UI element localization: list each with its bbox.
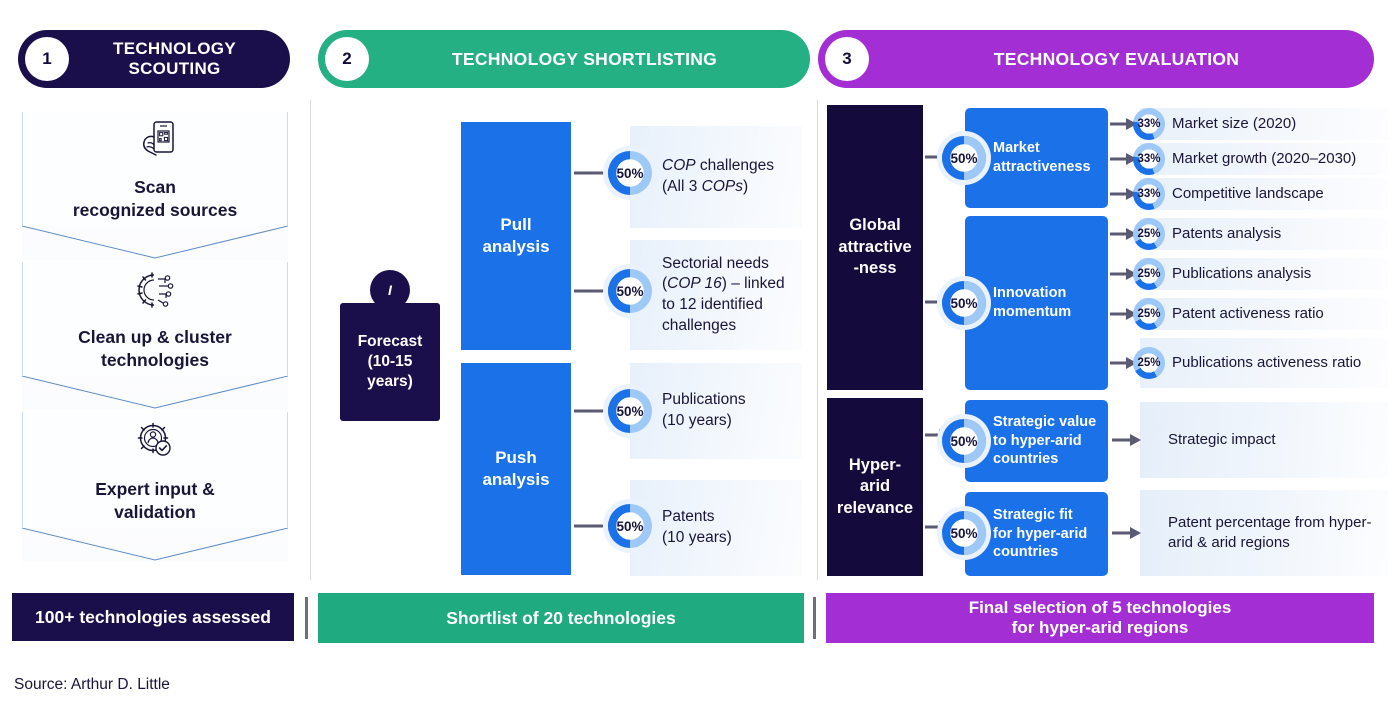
donut-competitive-landscape: 33%	[1133, 178, 1165, 210]
metric-competitive-landscape-label: Competitive landscape	[1172, 185, 1324, 203]
donut-patents: 50%	[608, 504, 652, 548]
scouting-step-1-label: Scan recognized sources	[72, 177, 238, 220]
pull-analysis-box: Pull analysis	[461, 122, 571, 350]
criterion-strategic-value: Strategic value to hyper-arid countries	[965, 400, 1108, 482]
criterion-market-attractiveness-label: Market attractiveness	[993, 140, 1091, 175]
donut-publications-activeness: 25%	[1133, 347, 1165, 379]
column-divider-2	[817, 100, 818, 580]
stage-header-2: 2 TECHNOLOGY SHORTLISTING	[318, 30, 810, 88]
source-note: Source: Arthur D. Little	[14, 676, 170, 693]
footer-divider-1	[305, 597, 308, 639]
stage-number-3: 3	[825, 37, 869, 81]
chevron-point-3	[22, 528, 288, 562]
criterion-strategic-fit: Strategic fit for hyper-arid countries	[965, 492, 1108, 576]
footer-stage-3: Final selection of 5 technologies for hyp…	[826, 593, 1374, 643]
outcome-patent-percentage: Patent percentage from hyper-arid & arid…	[1140, 490, 1388, 576]
pillar-hyper-arid-relevance: Hyper-arid relevance	[827, 398, 923, 576]
outcome-card-cop-challenges: COP challenges (All 3 COPs)	[630, 126, 802, 228]
footer-stage-1-label: 100+ technologies assessed	[35, 606, 271, 627]
arrow-to-strategic-impact	[1112, 434, 1141, 446]
diagram-canvas: 1 TECHNOLOGY SCOUTING 2 TECHNOLOGY SHORTL…	[0, 0, 1392, 708]
pull-analysis-label: Pull analysis	[482, 215, 550, 256]
outcome-card-publications-text: Publications (10 years)	[662, 391, 746, 429]
column-divider-1	[310, 100, 311, 580]
pillar-hyper-arid-relevance-label: Hyper-arid relevance	[836, 455, 914, 517]
footer-divider-2	[813, 597, 816, 639]
footer-stage-3-label: Final selection of 5 technologies for hyp…	[968, 597, 1232, 637]
gear-circuit-icon	[132, 267, 178, 318]
metric-patents-analysis-label: Patents analysis	[1172, 225, 1282, 243]
stage-header-1: 1 TECHNOLOGY SCOUTING	[18, 30, 290, 88]
metric-publications-activeness-ratio: Publications activeness ratio	[1140, 338, 1388, 388]
donut-sectorial-needs: 50%	[608, 269, 652, 313]
donut-innovation-momentum: 50%	[942, 281, 986, 325]
outcome-card-sectorial-needs-text: Sectorial needs (COP 16) – linked to 12 id…	[662, 254, 785, 334]
pillar-global-attractiveness-label: Global attractive -ness	[838, 216, 912, 278]
scouting-step-2: Clean up & cluster technologies	[22, 262, 288, 410]
scouting-step-3: Expert input & validation	[22, 412, 288, 562]
outcome-patent-percentage-label: Patent percentage from hyper-arid & arid…	[1168, 513, 1372, 551]
stage-header-3: 3 TECHNOLOGY EVALUATION	[818, 30, 1374, 88]
push-analysis-box: Push analysis	[461, 363, 571, 575]
criterion-innovation-momentum: Innovation momentum	[965, 216, 1108, 390]
footer-stage-1: 100+ technologies assessed	[12, 593, 294, 641]
metric-market-size-label: Market size (2020)	[1172, 115, 1297, 133]
metric-patent-activeness-ratio-label: Patent activeness ratio	[1172, 305, 1324, 323]
pillar-global-attractiveness: Global attractive -ness	[827, 105, 923, 390]
chevron-point-2	[22, 376, 288, 410]
donut-publications: 50%	[608, 389, 652, 433]
metric-market-growth: Market growth (2020–2030)	[1140, 143, 1388, 175]
metric-competitive-landscape: Competitive landscape	[1140, 178, 1388, 210]
metric-patent-activeness-ratio: Patent activeness ratio	[1140, 298, 1388, 330]
metric-market-size: Market size (2020)	[1140, 108, 1388, 140]
chevron-point-1	[22, 226, 288, 260]
criterion-strategic-fit-label: Strategic fit for hyper-arid countries	[993, 506, 1088, 561]
outcome-card-cop-challenges-text: COP challenges (All 3 COPs)	[662, 157, 775, 195]
stage-number-1: 1	[25, 37, 69, 81]
donut-patents-analysis: 25%	[1133, 218, 1165, 250]
outcome-card-patents-text: Patents (10 years)	[662, 508, 732, 546]
outcome-strategic-impact-label: Strategic impact	[1168, 430, 1276, 448]
phone-scan-icon	[132, 117, 178, 168]
metric-market-growth-label: Market growth (2020–2030)	[1172, 150, 1357, 168]
metric-publications-activeness-ratio-label: Publications activeness ratio	[1172, 354, 1362, 372]
expert-gear-check-icon	[131, 417, 179, 470]
donut-publications-analysis: 25%	[1133, 258, 1165, 290]
arrow-to-patent-percentage	[1112, 527, 1141, 539]
outcome-card-publications: Publications (10 years)	[630, 363, 802, 459]
stage-title-3: TECHNOLOGY EVALUATION	[993, 48, 1240, 69]
criterion-market-attractiveness: Market attractiveness	[965, 108, 1108, 208]
donut-market-attractiveness: 50%	[942, 136, 986, 180]
donut-strategic-fit: 50%	[942, 511, 986, 555]
outcome-card-patents: Patents (10 years)	[630, 480, 802, 576]
push-analysis-label: Push analysis	[482, 448, 550, 489]
scouting-step-1: Scan recognized sources	[22, 112, 288, 260]
stage-title-2: TECHNOLOGY SHORTLISTING	[451, 48, 718, 69]
outcome-card-sectorial-needs: Sectorial needs (COP 16) – linked to 12 id…	[630, 240, 802, 350]
metric-patents-analysis: Patents analysis	[1140, 218, 1388, 250]
donut-market-growth: 33%	[1133, 143, 1165, 175]
criterion-innovation-momentum-label: Innovation momentum	[993, 285, 1072, 320]
forecast-badge: Forecast (10-15 years)	[340, 303, 440, 421]
scouting-step-3-label: Expert input & validation	[95, 479, 215, 522]
footer-stage-2: Shortlist of 20 technologies	[318, 593, 804, 643]
stage-title-1: TECHNOLOGY SCOUTING	[113, 38, 236, 78]
metric-publications-analysis: Publications analysis	[1140, 258, 1388, 290]
donut-strategic-value: 50%	[942, 419, 986, 463]
outcome-strategic-impact: Strategic impact	[1140, 402, 1388, 478]
donut-cop-challenges: 50%	[608, 151, 652, 195]
donut-patent-activeness: 25%	[1133, 298, 1165, 330]
stage-number-2: 2	[325, 37, 369, 81]
footer-stage-2-label: Shortlist of 20 technologies	[446, 607, 676, 628]
scouting-step-2-label: Clean up & cluster technologies	[78, 327, 232, 370]
donut-market-size: 33%	[1133, 108, 1165, 140]
metric-publications-analysis-label: Publications analysis	[1172, 265, 1312, 283]
criterion-strategic-value-label: Strategic value to hyper-arid countries	[993, 413, 1097, 468]
